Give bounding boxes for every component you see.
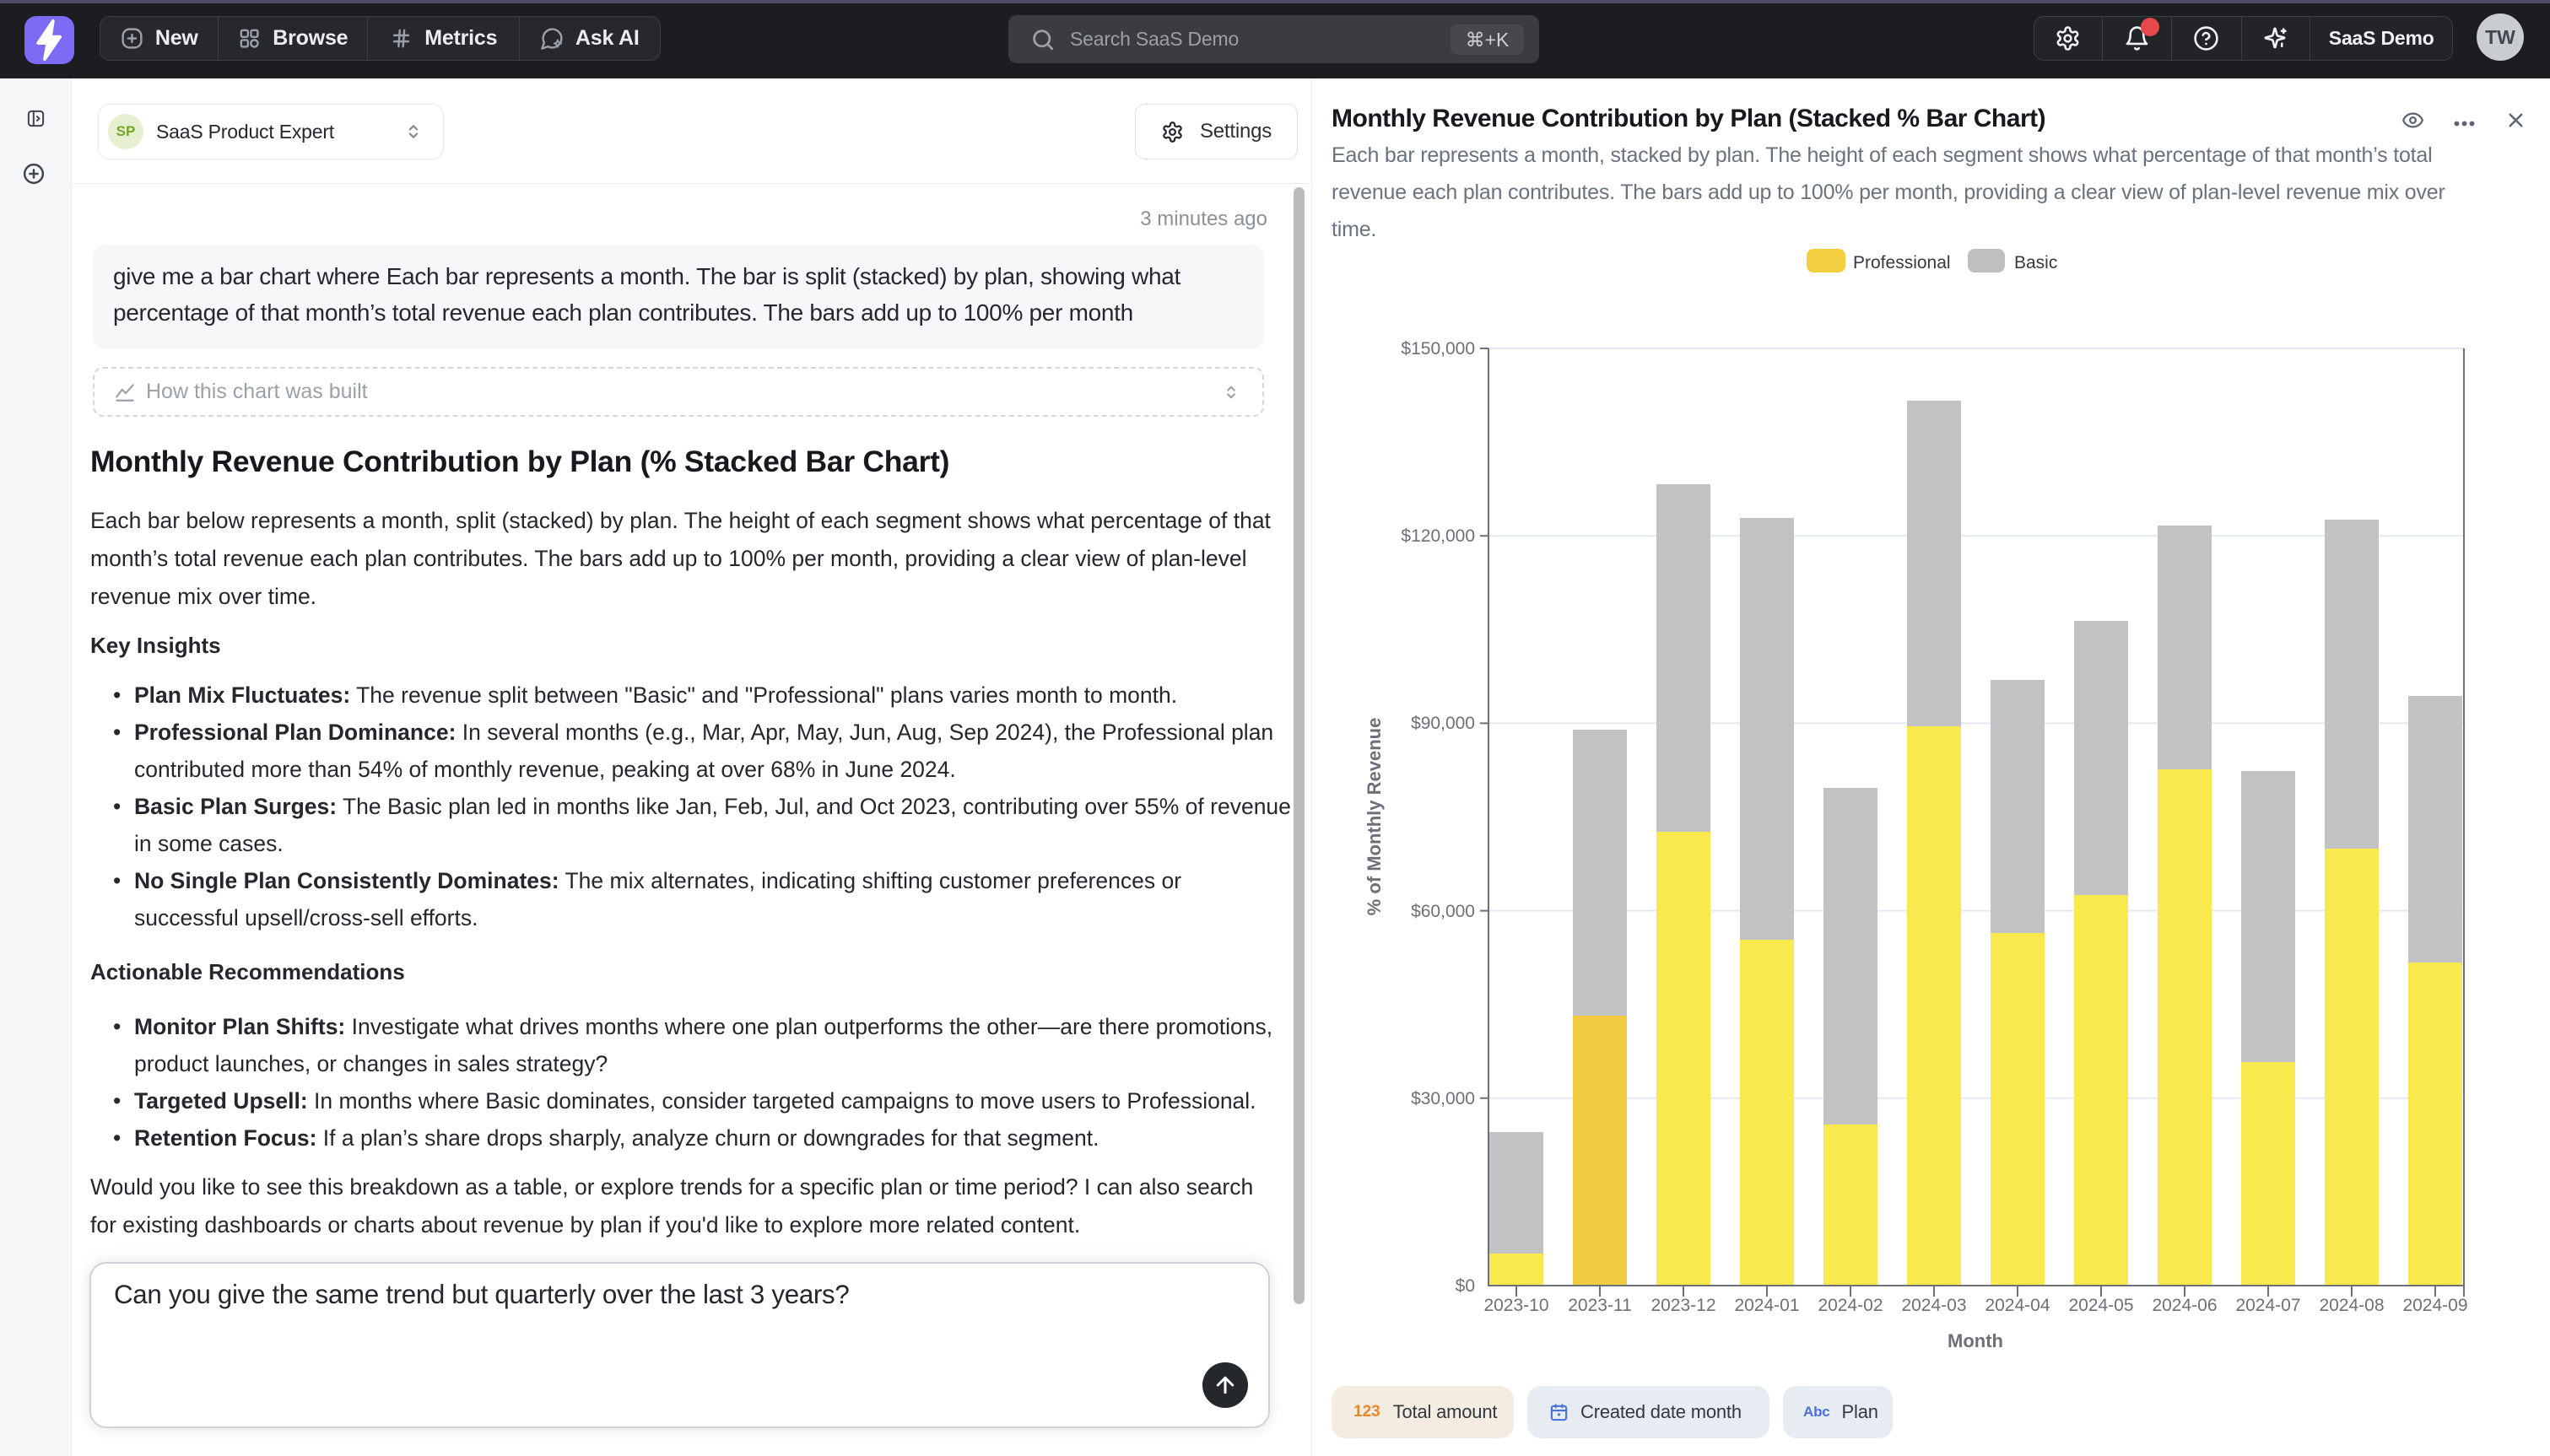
svg-text:2023-12: 2023-12: [1650, 1296, 1715, 1315]
svg-text:$90,000: $90,000: [1411, 714, 1475, 733]
svg-text:2024-09: 2024-09: [2402, 1296, 2467, 1315]
svg-text:2024-03: 2024-03: [1901, 1296, 1966, 1315]
svg-text:2024-06: 2024-06: [2152, 1296, 2217, 1315]
svg-text:$60,000: $60,000: [1411, 902, 1475, 921]
svg-text:$0: $0: [1456, 1276, 1475, 1296]
svg-text:Professional: Professional: [1853, 253, 1951, 272]
svg-text:2024-04: 2024-04: [1985, 1296, 2050, 1315]
svg-text:Basic: Basic: [2014, 253, 2057, 272]
svg-text:$150,000: $150,000: [1401, 339, 1475, 359]
svg-text:2023-10: 2023-10: [1483, 1296, 1548, 1315]
svg-text:% of Monthly Revenue: % of Monthly Revenue: [1364, 718, 1385, 916]
svg-text:$120,000: $120,000: [1401, 526, 1475, 546]
svg-text:Month: Month: [1948, 1330, 2003, 1351]
svg-text:$30,000: $30,000: [1411, 1089, 1475, 1108]
svg-text:2024-05: 2024-05: [2068, 1296, 2133, 1315]
svg-text:2024-02: 2024-02: [1818, 1296, 1883, 1315]
svg-text:2024-08: 2024-08: [2319, 1296, 2384, 1315]
svg-text:2024-07: 2024-07: [2235, 1296, 2300, 1315]
svg-text:2024-01: 2024-01: [1734, 1296, 1799, 1315]
svg-text:2023-11: 2023-11: [1568, 1296, 1632, 1315]
